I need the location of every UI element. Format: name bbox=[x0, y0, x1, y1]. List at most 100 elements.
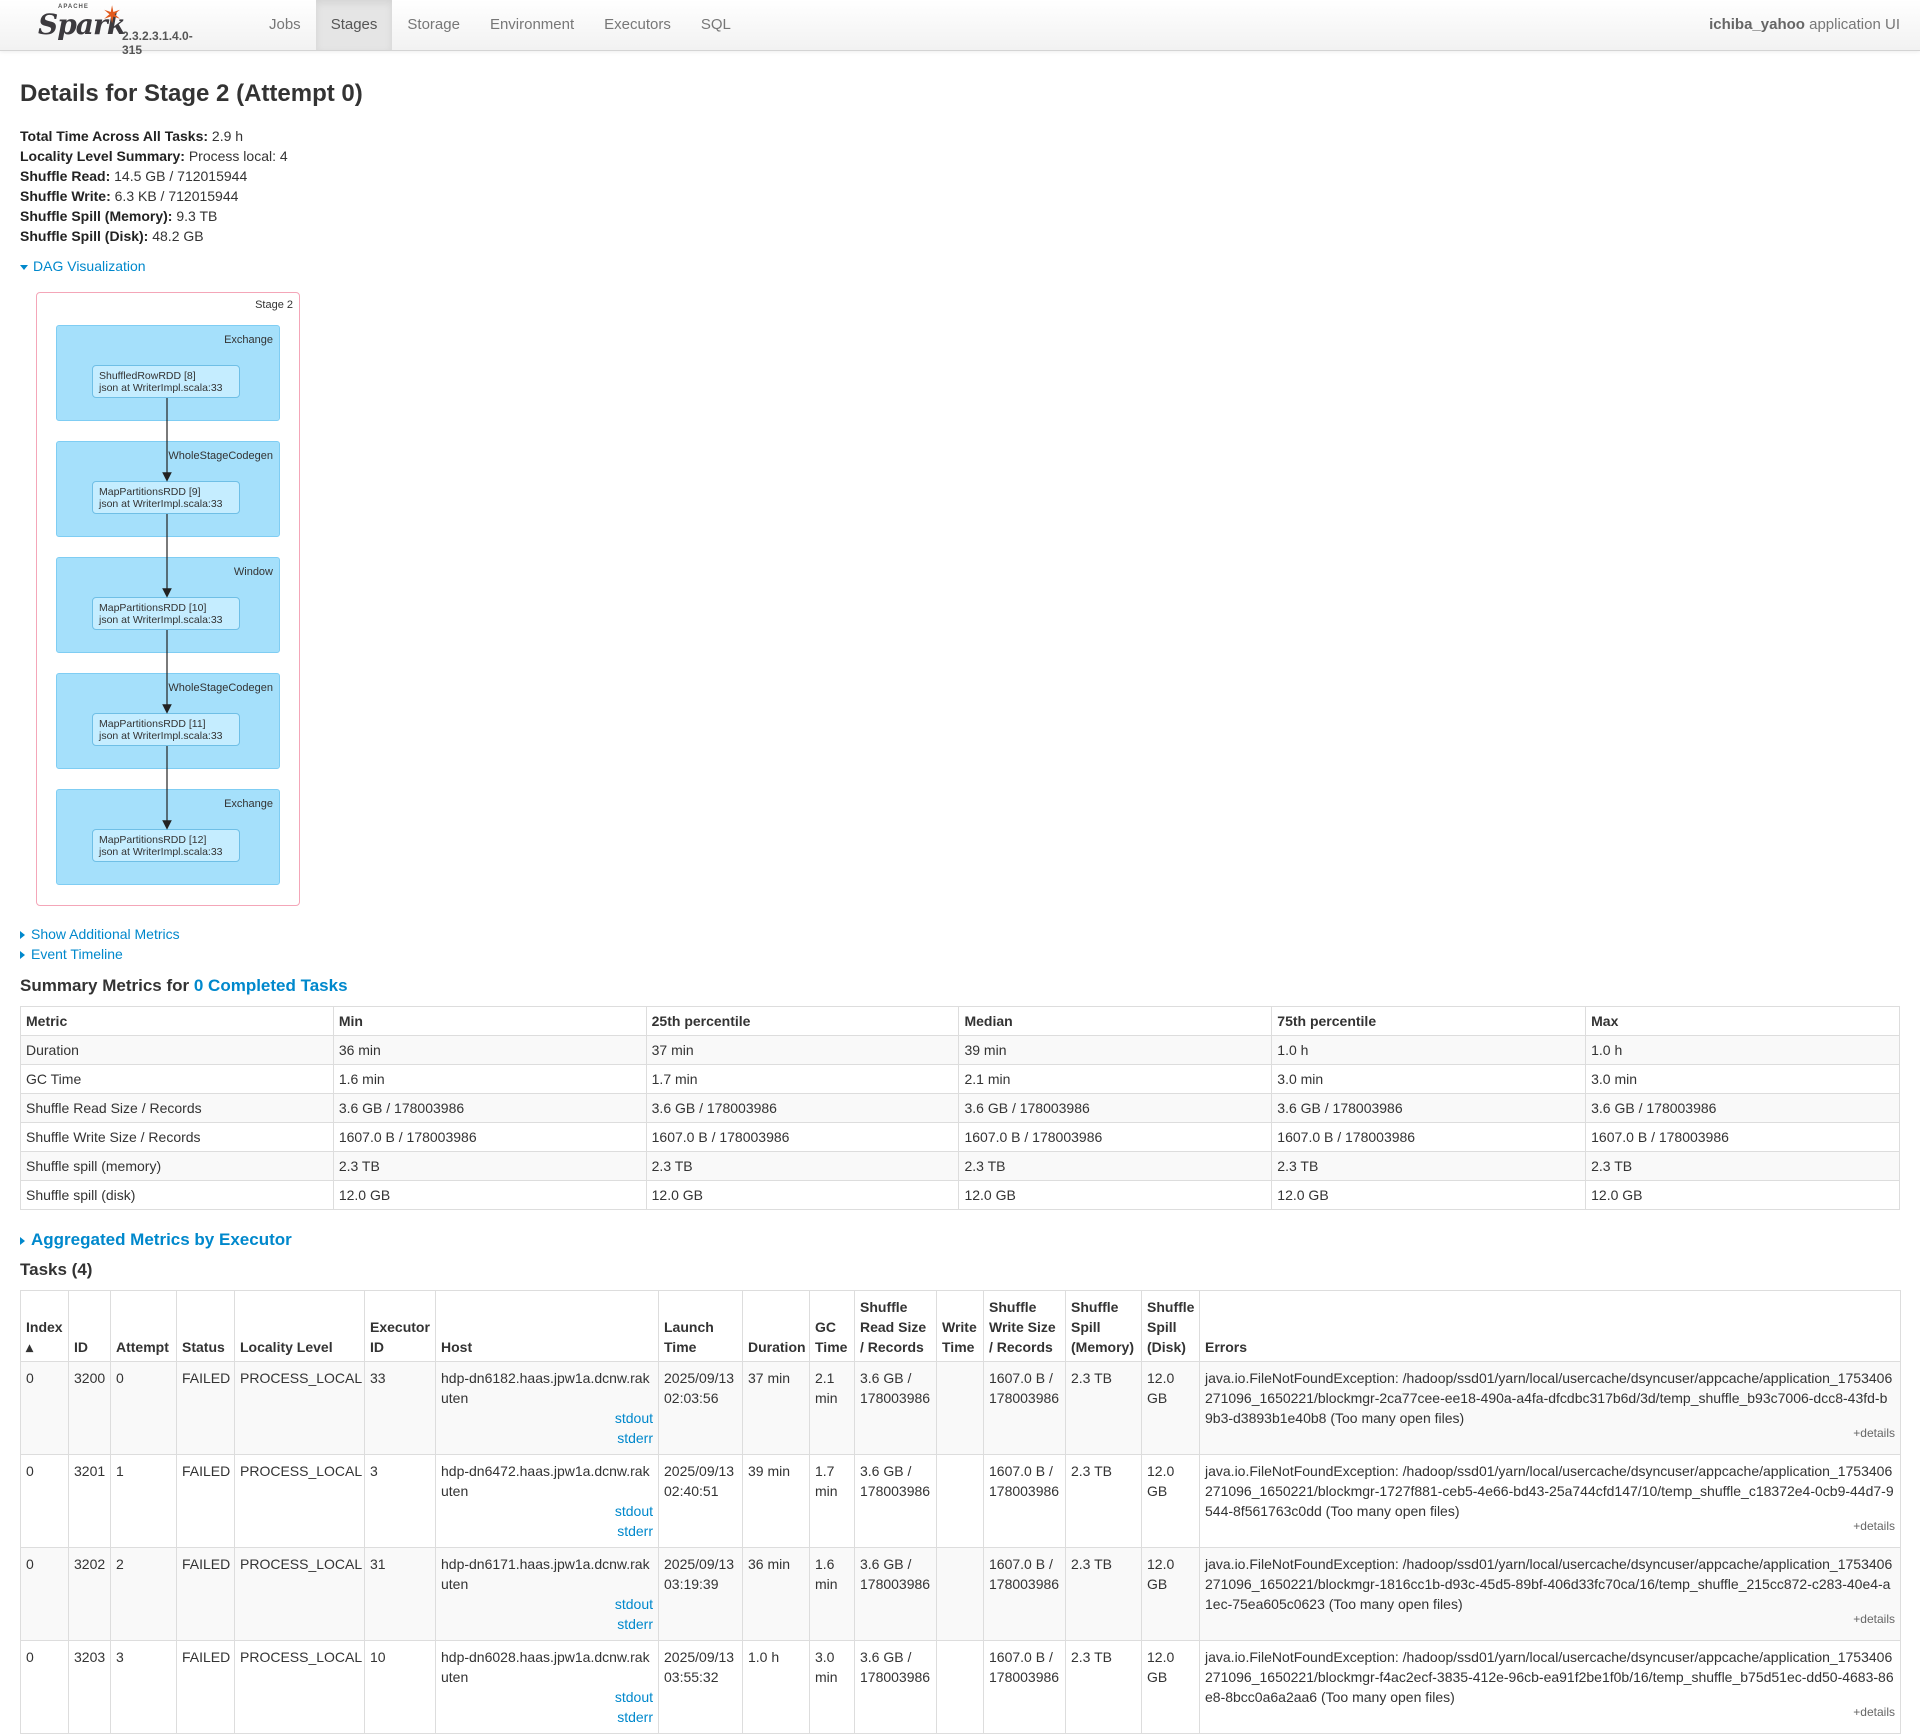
task-error-cell: java.io.FileNotFoundException: /hadoop/s… bbox=[1199, 1454, 1901, 1548]
task-id: 3201 bbox=[68, 1454, 111, 1548]
app-suffix: application UI bbox=[1809, 16, 1900, 33]
task-error: java.io.FileNotFoundException: /hadoop/s… bbox=[1205, 1463, 1894, 1519]
summary-label: Total Time Across All Tasks: bbox=[20, 128, 209, 144]
task-executor: 33 bbox=[364, 1361, 436, 1455]
table-cell: 2.3 TB bbox=[645, 1151, 960, 1181]
task-spill-disk: 12.0 GB bbox=[1141, 1454, 1200, 1548]
task-write-time bbox=[936, 1361, 984, 1455]
completed-tasks-link[interactable]: 0 Completed Tasks bbox=[194, 976, 348, 995]
task-spill-memory: 2.3 TB bbox=[1065, 1454, 1142, 1548]
task-spill-memory: 2.3 TB bbox=[1065, 1547, 1142, 1641]
table-cell: Shuffle Read Size / Records bbox=[20, 1093, 334, 1123]
column-header[interactable]: Min bbox=[332, 1006, 647, 1036]
stderr-link[interactable]: stderr bbox=[617, 1709, 653, 1725]
task-id: 3202 bbox=[68, 1547, 111, 1641]
tab-sql[interactable]: SQL bbox=[686, 0, 746, 50]
tab-executors[interactable]: Executors bbox=[589, 0, 686, 50]
task-host: hdp-dn6472.haas.jpw1a.dcnw.rakuten bbox=[441, 1463, 650, 1499]
summary-value: 48.2 GB bbox=[152, 228, 204, 244]
column-header[interactable]: Max bbox=[1585, 1006, 1900, 1036]
show-additional-metrics-toggle[interactable]: Show Additional Metrics bbox=[20, 926, 180, 942]
column-header-spill-disk[interactable]: Shuffle Spill (Disk) bbox=[1141, 1290, 1200, 1362]
column-header-shuffle-read[interactable]: Shuffle Read Size / Records bbox=[854, 1290, 937, 1362]
event-timeline-toggle[interactable]: Event Timeline bbox=[20, 946, 123, 962]
triangle-down-icon bbox=[20, 264, 28, 270]
spark-logo[interactable]: APACHE Spark ✶ 2.3.2.3.1.4.0-315 bbox=[38, 2, 193, 57]
table-cell: 12.0 GB bbox=[958, 1180, 1273, 1210]
column-header[interactable]: 25th percentile bbox=[645, 1006, 960, 1036]
stdout-link[interactable]: stdout bbox=[615, 1410, 653, 1426]
column-header-errors[interactable]: Errors bbox=[1199, 1290, 1901, 1362]
column-header-launch-time[interactable]: Launch Time bbox=[658, 1290, 743, 1362]
stdout-link[interactable]: stdout bbox=[615, 1596, 653, 1612]
task-spill-disk: 12.0 GB bbox=[1141, 1547, 1200, 1641]
column-header-duration[interactable]: Duration bbox=[742, 1290, 810, 1362]
stdout-link[interactable]: stdout bbox=[615, 1689, 653, 1705]
error-details-toggle[interactable]: +details bbox=[1205, 1705, 1895, 1719]
task-gc-time: 1.6 min bbox=[809, 1547, 855, 1641]
error-details-toggle[interactable]: +details bbox=[1205, 1426, 1895, 1440]
additional-metrics-label: Show Additional Metrics bbox=[31, 926, 180, 942]
column-header-status[interactable]: Status bbox=[176, 1290, 235, 1362]
table-header-row: Index ▴ ID Attempt Status Locality Level… bbox=[20, 1290, 1901, 1362]
tab-jobs[interactable]: Jobs bbox=[254, 0, 316, 50]
table-cell: 12.0 GB bbox=[1585, 1180, 1900, 1210]
column-header[interactable]: Metric bbox=[20, 1006, 334, 1036]
aggregated-metrics-toggle[interactable]: Aggregated Metrics by Executor bbox=[20, 1230, 292, 1250]
column-header-index[interactable]: Index ▴ bbox=[20, 1290, 69, 1362]
column-header-executor[interactable]: Executor ID bbox=[364, 1290, 436, 1362]
task-write-time bbox=[936, 1640, 984, 1734]
dag-edges bbox=[162, 398, 172, 830]
stdout-link[interactable]: stdout bbox=[615, 1503, 653, 1519]
column-header-write-time[interactable]: Write Time bbox=[936, 1290, 984, 1362]
aggregated-metrics-label: Aggregated Metrics by Executor bbox=[31, 1230, 292, 1249]
dag-visualization-toggle[interactable]: DAG Visualization bbox=[20, 258, 146, 274]
summary-label: Shuffle Spill (Memory): bbox=[20, 208, 173, 224]
app-title: ichiba_yahoo application UI bbox=[1709, 0, 1900, 50]
tab-stages[interactable]: Stages bbox=[315, 0, 393, 50]
table-cell: 1607.0 B / 178003986 bbox=[1585, 1122, 1900, 1152]
task-host: hdp-dn6182.haas.jpw1a.dcnw.rakuten bbox=[441, 1370, 650, 1406]
column-header-attempt[interactable]: Attempt bbox=[110, 1290, 177, 1362]
stderr-link[interactable]: stderr bbox=[617, 1430, 653, 1446]
task-attempt: 2 bbox=[110, 1547, 177, 1641]
table-cell: 3.6 GB / 178003986 bbox=[1585, 1093, 1900, 1123]
error-details-toggle[interactable]: +details bbox=[1205, 1612, 1895, 1626]
task-shuffle-read: 3.6 GB / 178003986 bbox=[854, 1640, 937, 1734]
event-timeline-label: Event Timeline bbox=[31, 946, 123, 962]
task-host-cell: hdp-dn6472.haas.jpw1a.dcnw.rakuten stdou… bbox=[435, 1454, 659, 1548]
table-row: 0 3200 0 FAILED PROCESS_LOCAL 33 hdp-dn6… bbox=[20, 1361, 1901, 1455]
stderr-link[interactable]: stderr bbox=[617, 1616, 653, 1632]
tab-storage[interactable]: Storage bbox=[392, 0, 475, 50]
summary-value: 9.3 TB bbox=[176, 208, 218, 224]
table-cell: 2.3 TB bbox=[332, 1151, 647, 1181]
column-header-gc-time[interactable]: GC Time bbox=[809, 1290, 855, 1362]
task-locality: PROCESS_LOCAL bbox=[234, 1454, 365, 1548]
summary-label: Locality Level Summary: bbox=[20, 148, 185, 164]
stderr-link[interactable]: stderr bbox=[617, 1523, 653, 1539]
task-locality: PROCESS_LOCAL bbox=[234, 1640, 365, 1734]
column-header-shuffle-write[interactable]: Shuffle Write Size / Records bbox=[983, 1290, 1066, 1362]
column-header-spill-memory[interactable]: Shuffle Spill (Memory) bbox=[1065, 1290, 1142, 1362]
column-header-locality[interactable]: Locality Level bbox=[234, 1290, 365, 1362]
task-index: 0 bbox=[20, 1640, 69, 1734]
spark-version: 2.3.2.3.1.4.0-315 bbox=[122, 29, 193, 57]
task-status: FAILED bbox=[176, 1640, 235, 1734]
column-header-id[interactable]: ID bbox=[68, 1290, 111, 1362]
summary-shuffle-read: Shuffle Read: 14.5 GB / 712015944 bbox=[20, 166, 288, 186]
column-header[interactable]: 75th percentile bbox=[1271, 1006, 1587, 1036]
column-header[interactable]: Median bbox=[958, 1006, 1273, 1036]
table-cell: 3.6 GB / 178003986 bbox=[645, 1093, 960, 1123]
error-details-toggle[interactable]: +details bbox=[1205, 1519, 1895, 1533]
column-header-host[interactable]: Host bbox=[435, 1290, 659, 1362]
table-cell: Duration bbox=[20, 1035, 334, 1065]
table-cell: Shuffle spill (disk) bbox=[20, 1180, 334, 1210]
task-duration: 1.0 h bbox=[742, 1640, 810, 1734]
tab-environment[interactable]: Environment bbox=[475, 0, 589, 50]
summary-metrics-title: Summary Metrics for 0 Completed Tasks bbox=[20, 976, 348, 996]
task-status: FAILED bbox=[176, 1361, 235, 1455]
task-locality: PROCESS_LOCAL bbox=[234, 1361, 365, 1455]
summary-value: 6.3 KB / 712015944 bbox=[114, 188, 239, 204]
table-cell: 1607.0 B / 178003986 bbox=[1271, 1122, 1587, 1152]
summary-metrics-table: Metric Min 25th percentile Median 75th p… bbox=[20, 1006, 1900, 1210]
